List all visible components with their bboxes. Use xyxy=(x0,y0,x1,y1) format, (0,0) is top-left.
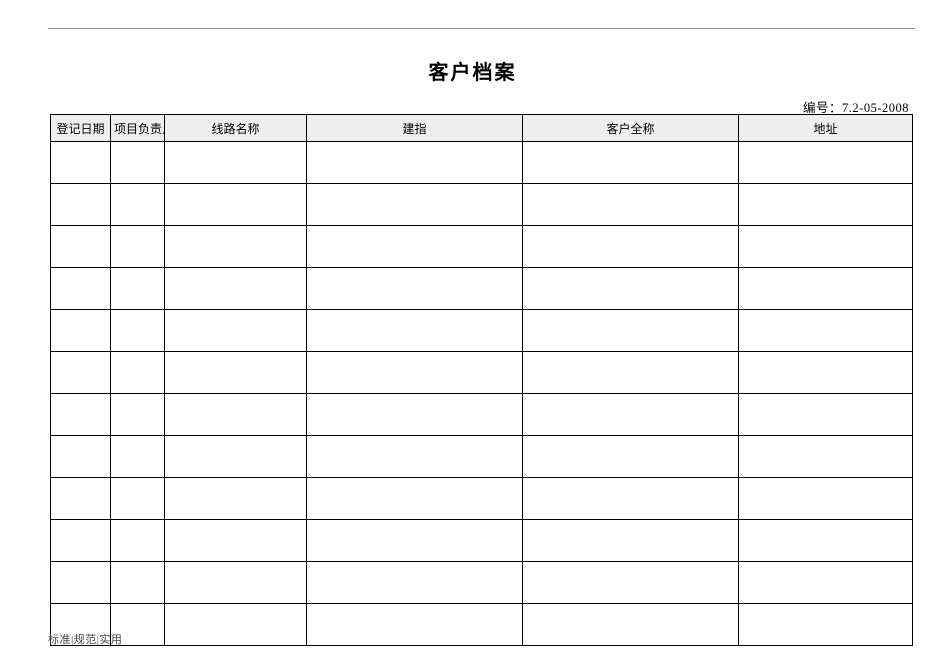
table-row xyxy=(51,478,913,520)
table-cell xyxy=(51,184,111,226)
table-cell xyxy=(307,604,523,646)
table-cell xyxy=(739,310,913,352)
table-cell xyxy=(51,226,111,268)
table-cell xyxy=(111,436,165,478)
table-cell xyxy=(51,562,111,604)
table-row xyxy=(51,436,913,478)
col-build-command: 建指 xyxy=(307,115,523,142)
table-cell xyxy=(307,184,523,226)
table-cell xyxy=(307,268,523,310)
table-cell xyxy=(739,184,913,226)
table-cell xyxy=(523,520,739,562)
table-cell xyxy=(523,436,739,478)
table-cell xyxy=(739,394,913,436)
table-row xyxy=(51,394,913,436)
table-cell xyxy=(307,310,523,352)
table-cell xyxy=(111,394,165,436)
table-cell xyxy=(165,226,307,268)
table-header-row: 登记日期 项目负责人 线路名称 建指 客户全称 地址 xyxy=(51,115,913,142)
table-cell xyxy=(523,310,739,352)
table-cell xyxy=(51,520,111,562)
table-cell xyxy=(523,226,739,268)
table-cell xyxy=(165,604,307,646)
table-cell xyxy=(51,142,111,184)
table-cell xyxy=(307,352,523,394)
table-row xyxy=(51,604,913,646)
table-cell xyxy=(523,268,739,310)
table-row xyxy=(51,352,913,394)
table-cell xyxy=(111,226,165,268)
table-cell xyxy=(307,520,523,562)
table-cell xyxy=(523,394,739,436)
table-cell xyxy=(523,184,739,226)
table-cell xyxy=(51,310,111,352)
table-cell xyxy=(165,562,307,604)
table-cell xyxy=(51,352,111,394)
table-cell xyxy=(111,142,165,184)
table-cell xyxy=(307,142,523,184)
table-cell xyxy=(739,562,913,604)
table-cell xyxy=(307,562,523,604)
table-cell xyxy=(739,142,913,184)
table-row xyxy=(51,142,913,184)
table-cell xyxy=(165,184,307,226)
table-cell xyxy=(307,478,523,520)
table-cell xyxy=(739,436,913,478)
page-title: 客户档案 xyxy=(0,56,945,85)
table-row xyxy=(51,562,913,604)
col-address: 地址 xyxy=(739,115,913,142)
table-cell xyxy=(523,562,739,604)
table-cell xyxy=(51,436,111,478)
table-cell xyxy=(165,268,307,310)
table-cell xyxy=(307,436,523,478)
col-project-owner: 项目负责人 xyxy=(111,115,165,142)
table-cell xyxy=(165,352,307,394)
table-cell xyxy=(739,478,913,520)
table-cell xyxy=(739,604,913,646)
table-cell xyxy=(523,478,739,520)
document-number-label: 编号： xyxy=(803,101,842,115)
table-cell xyxy=(165,478,307,520)
table-cell xyxy=(165,394,307,436)
table-cell xyxy=(111,268,165,310)
table-cell xyxy=(165,310,307,352)
table-cell xyxy=(111,184,165,226)
table-cell xyxy=(111,310,165,352)
table-cell xyxy=(51,268,111,310)
table-cell xyxy=(111,520,165,562)
table-cell xyxy=(523,142,739,184)
table-cell xyxy=(739,520,913,562)
customer-file-table: 登记日期 项目负责人 线路名称 建指 客户全称 地址 xyxy=(50,114,913,646)
table-row xyxy=(51,310,913,352)
table-cell xyxy=(111,478,165,520)
table-cell xyxy=(307,226,523,268)
table-row xyxy=(51,226,913,268)
top-rule xyxy=(48,28,915,29)
footer-note: 标准|规范|实用 xyxy=(48,631,122,647)
table-row xyxy=(51,520,913,562)
col-customer-name: 客户全称 xyxy=(523,115,739,142)
table-cell xyxy=(307,394,523,436)
table-cell xyxy=(111,352,165,394)
table-row xyxy=(51,184,913,226)
table-cell xyxy=(523,352,739,394)
table-cell xyxy=(51,394,111,436)
table-cell xyxy=(523,604,739,646)
table-cell xyxy=(111,562,165,604)
table-cell xyxy=(165,520,307,562)
table-cell xyxy=(739,268,913,310)
table-row xyxy=(51,268,913,310)
table-cell xyxy=(165,142,307,184)
table-cell xyxy=(165,436,307,478)
document-number-value: 7.2-05-2008 xyxy=(842,101,909,115)
table-cell xyxy=(51,478,111,520)
col-register-date: 登记日期 xyxy=(51,115,111,142)
table-cell xyxy=(739,352,913,394)
table-cell xyxy=(739,226,913,268)
col-line-name: 线路名称 xyxy=(165,115,307,142)
